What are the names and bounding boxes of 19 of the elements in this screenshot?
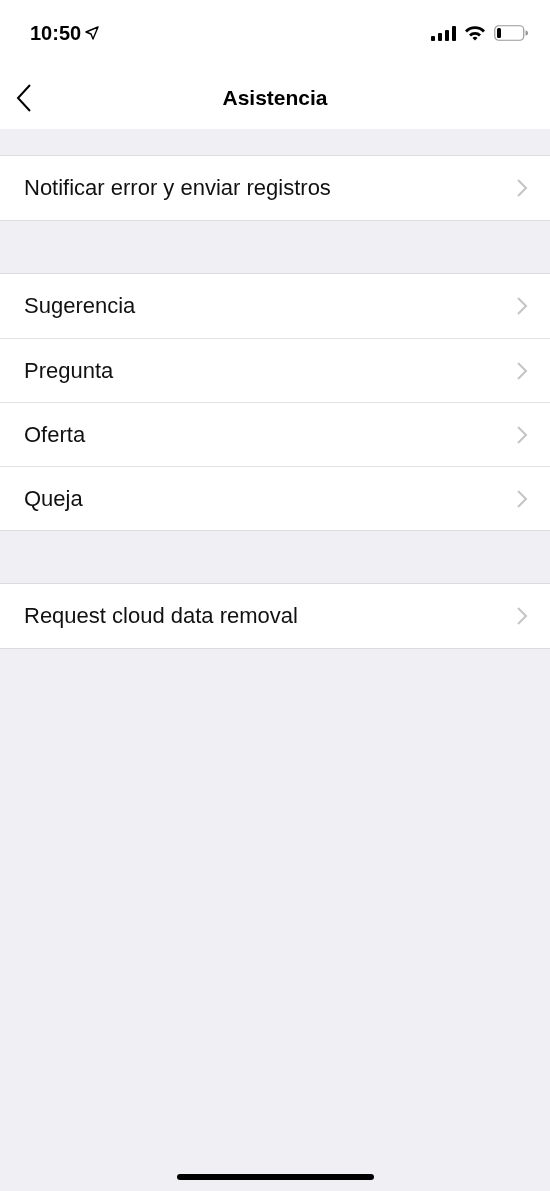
signal-icon bbox=[431, 25, 456, 41]
wifi-icon bbox=[464, 25, 486, 41]
menu-row[interactable]: Request cloud data removal bbox=[0, 584, 550, 648]
menu-row[interactable]: Notificar error y enviar registros bbox=[0, 156, 550, 220]
chevron-right-icon bbox=[516, 178, 528, 198]
chevron-right-icon bbox=[516, 360, 528, 381]
menu-row[interactable]: Queja bbox=[0, 466, 550, 530]
chevron-right-icon bbox=[516, 606, 528, 626]
battery-icon bbox=[494, 25, 528, 41]
menu-row[interactable]: Oferta bbox=[0, 402, 550, 466]
chevron-right-icon bbox=[516, 424, 528, 445]
screen-title: Asistencia bbox=[222, 85, 328, 110]
menu-row[interactable]: Sugerencia bbox=[0, 274, 550, 338]
location-arrow-icon bbox=[85, 26, 100, 40]
status-time: 10:50 bbox=[30, 21, 82, 45]
chevron-right-icon bbox=[516, 488, 528, 509]
menu-row[interactable]: Pregunta bbox=[0, 338, 550, 402]
back-chevron-icon bbox=[16, 84, 32, 112]
chevron-right-icon bbox=[516, 296, 528, 316]
